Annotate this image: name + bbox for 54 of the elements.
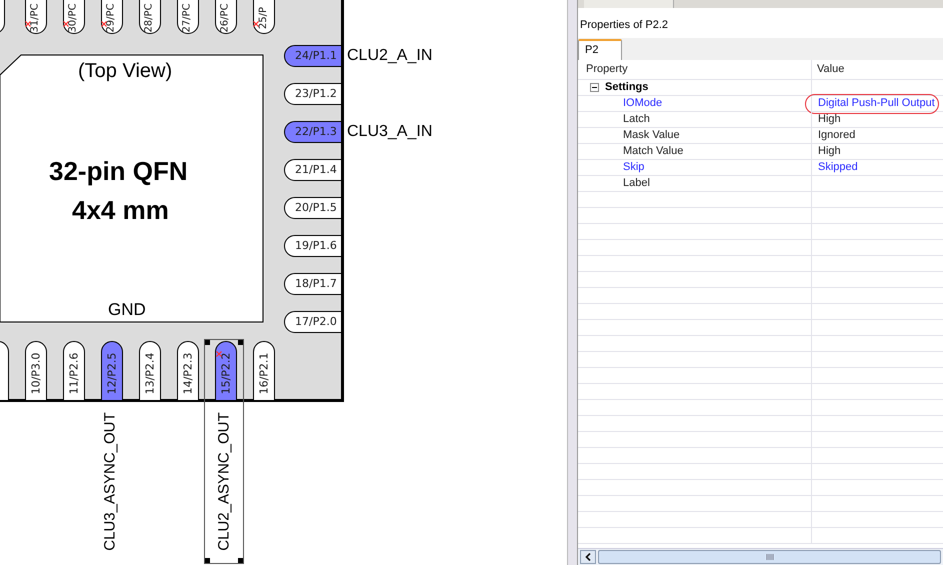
pin[interactable]: 13/P2.4 — [139, 341, 161, 401]
horizontal-scrollbar[interactable] — [578, 548, 943, 565]
pin[interactable]: 27/PC — [177, 0, 199, 34]
pin[interactable]: 12/P2.5 — [101, 341, 123, 401]
scroll-left-icon[interactable] — [580, 550, 596, 564]
tab[interactable]: P2 — [578, 39, 622, 60]
pin[interactable]: 20/P1.5 — [284, 197, 342, 219]
scrollbar-thumb[interactable] — [598, 550, 941, 564]
property-name: Skip — [623, 160, 644, 176]
size-label: 4x4 mm — [72, 197, 169, 223]
pin[interactable]: 26/PC — [215, 0, 237, 34]
pin[interactable]: 28/PC — [139, 0, 161, 34]
resize-handle[interactable] — [205, 558, 210, 563]
pin[interactable]: 29/PC — [101, 0, 123, 34]
package-label: 32-pin QFN — [49, 158, 188, 184]
collapse-toggle-icon[interactable] — [590, 83, 599, 92]
group-title: Settings — [605, 80, 648, 96]
pin[interactable]: 14/P2.3 — [177, 341, 199, 401]
view-label: (Top View) — [78, 61, 172, 81]
pin[interactable]: 24/P1.1 — [284, 45, 342, 67]
pin[interactable]: 22/P1.3 — [284, 121, 342, 143]
property-value[interactable]: High — [814, 114, 845, 125]
pin[interactable]: 11/P2.6 — [63, 341, 85, 401]
property-value[interactable]: Skipped — [814, 162, 862, 173]
property-value[interactable]: High — [814, 146, 845, 157]
pin[interactable]: 21/P1.4 — [284, 159, 342, 181]
panel-title: Properties of P2.2 — [580, 19, 668, 31]
net-label: CLU2_ASYNC_OUT — [216, 412, 232, 551]
net-label: CLU3_ASYNC_OUT — [102, 412, 118, 551]
pin[interactable]: 31/PC — [25, 0, 47, 34]
pin[interactable]: 19/P1.6 — [284, 235, 342, 257]
column-header[interactable]: Value — [812, 60, 943, 79]
pin[interactable]: 10/P3.0 — [25, 341, 47, 401]
resize-handle[interactable] — [238, 558, 243, 563]
property-name: IOMode — [623, 96, 662, 112]
resize-handle[interactable] — [205, 340, 210, 345]
pin[interactable]: 15/P2.2 — [215, 341, 237, 401]
pin[interactable]: 16/P2.1 — [253, 341, 275, 401]
pin[interactable]: 17/P2.0 — [284, 311, 342, 333]
pin[interactable]: 25/P — [253, 0, 275, 34]
property-name: Latch — [623, 112, 650, 128]
property-value[interactable]: Digital Push-Pull Output — [814, 98, 939, 109]
property-value[interactable]: Ignored — [814, 130, 860, 141]
property-name: Label — [623, 176, 650, 192]
net-label: CLU2_A_IN — [347, 48, 432, 64]
pin[interactable]: 30/PC — [63, 0, 85, 34]
net-label: CLU3_A_IN — [347, 124, 432, 140]
pin[interactable]: 23/P1.2 — [284, 83, 342, 105]
property-name: Match Value — [623, 144, 684, 160]
resize-handle[interactable] — [238, 340, 243, 345]
property-name: Mask Value — [623, 128, 680, 144]
column-header[interactable]: Property — [578, 60, 812, 79]
pin[interactable]: 18/P1.7 — [284, 273, 342, 295]
ground-label: GND — [108, 301, 146, 318]
